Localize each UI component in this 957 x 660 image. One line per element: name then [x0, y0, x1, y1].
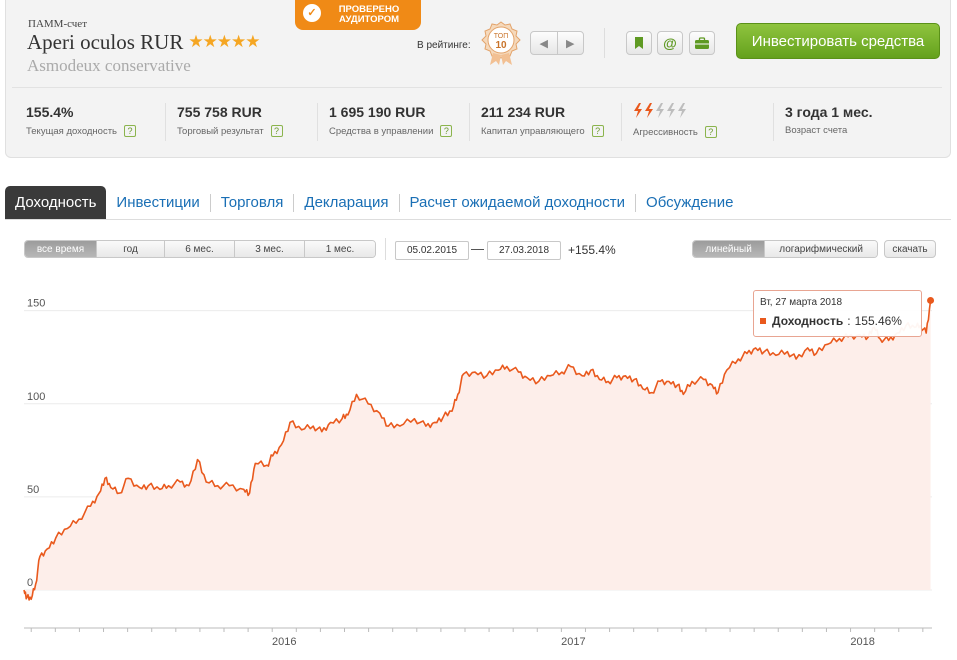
tab-returns[interactable]: Доходность: [5, 186, 107, 219]
stat-value: 155.4%: [26, 104, 74, 120]
tooltip-value: 155.46%: [854, 314, 902, 328]
divider: [469, 103, 470, 141]
x-tick-label: 2016: [272, 636, 296, 648]
stat-label: Капитал управляющего: [481, 125, 585, 137]
tab-discussion[interactable]: Обсуждение: [636, 186, 743, 219]
audited-badge: ✓ ПРОВЕРЕНО АУДИТОРОМ: [295, 0, 421, 30]
tooltip-date: Вт, 27 марта 2018: [760, 297, 843, 308]
help-icon[interactable]: ?: [440, 125, 453, 137]
period-1-month[interactable]: 1 мес.: [305, 241, 375, 257]
divider: [604, 28, 605, 58]
divider: [317, 103, 318, 141]
divider: [621, 103, 622, 141]
stat-current-return: 155.4% Текущая доходность?: [26, 104, 137, 144]
tab-expected-return[interactable]: Расчет ожидаемой доходности: [400, 186, 636, 219]
tab-trading[interactable]: Торговля: [211, 186, 294, 219]
account-type: ПАММ-счет: [28, 18, 87, 30]
tab-investments[interactable]: Инвестиции: [106, 186, 209, 219]
y-tick-label: 150: [27, 298, 45, 310]
invest-button[interactable]: Инвестировать средства: [736, 23, 940, 59]
bolt-icon: [677, 102, 687, 123]
download-button[interactable]: скачать: [884, 240, 936, 258]
help-icon[interactable]: ?: [124, 125, 137, 137]
tab-declaration[interactable]: Декларация: [294, 186, 398, 219]
y-tick-label: 50: [27, 484, 39, 496]
date-from-input[interactable]: [395, 241, 469, 260]
stat-value: 1 695 190 RUR: [329, 104, 426, 120]
account-name: Aperi oculos RUR: [27, 30, 184, 54]
aggressiveness-bolts: [633, 102, 717, 123]
tooltip-colon: :: [847, 314, 851, 328]
stat-label: Средства в управлении: [329, 125, 434, 137]
area-fill: [24, 300, 931, 600]
stat-value: 3 года 1 мес.: [785, 104, 873, 120]
stat-value: 755 758 RUR: [177, 104, 262, 120]
period-change: +155.4%: [568, 243, 616, 257]
divider: [165, 103, 166, 141]
divider: [12, 87, 942, 88]
stat-label: Возраст счета: [785, 125, 848, 136]
tooltip-series: Доходность: [772, 314, 844, 328]
stat-value: 211 234 RUR: [481, 104, 566, 120]
divider: [385, 238, 386, 260]
date-to-input[interactable]: [487, 241, 561, 260]
stat-funds-managed: 1 695 190 RUR Средства в управлении?: [329, 104, 453, 144]
stat-label: Текущая доходность: [26, 125, 118, 137]
stat-label: Агрессивность: [633, 126, 698, 138]
bolt-icon: [655, 102, 665, 123]
period-3-months[interactable]: 3 мес.: [235, 241, 305, 257]
help-icon[interactable]: ?: [591, 125, 604, 137]
medal-icon: ✓: [303, 4, 321, 22]
y-tick-label: 100: [27, 391, 45, 403]
stat-manager-capital: 211 234 RUR Капитал управляющего?: [481, 104, 604, 144]
rating-stars: ★★★★★: [188, 31, 260, 51]
section-tabs: Доходность Инвестиции Торговля Деклараци…: [5, 186, 951, 220]
scale-log[interactable]: логарифмический: [765, 241, 877, 257]
chart-tooltip: Вт, 27 марта 2018 Доходность : 155.46%: [753, 290, 922, 337]
stat-aggressiveness: Агрессивность?: [633, 102, 717, 144]
briefcase-icon: [695, 36, 709, 49]
period-selector: все время год 6 мес. 3 мес. 1 мес.: [24, 240, 376, 258]
period-all-time[interactable]: все время: [25, 241, 97, 257]
bolt-icon: [633, 102, 643, 123]
x-tick-label: 2018: [850, 636, 874, 648]
divider: [773, 103, 774, 141]
rating-nav: ◀ ▶: [530, 31, 584, 55]
help-icon[interactable]: ?: [270, 125, 283, 137]
y-tick-label: 0: [27, 577, 33, 589]
date-range-dash: [471, 249, 484, 250]
bolt-icon: [644, 102, 654, 123]
arrow-left-icon[interactable]: ◀: [531, 32, 558, 54]
scale-linear[interactable]: линейный: [693, 241, 766, 257]
scale-selector: линейный логарифмический: [692, 240, 878, 258]
help-icon[interactable]: ?: [704, 126, 717, 138]
period-year[interactable]: год: [97, 241, 165, 257]
svg-text:ТОП: ТОП: [494, 33, 508, 40]
rating-label: В рейтинге:: [417, 40, 471, 51]
svg-text:10: 10: [495, 40, 507, 51]
account-title: Aperi oculos RUR ★★★★★: [27, 30, 261, 55]
stat-label: Торговый результат: [177, 125, 264, 137]
strategy-name: Asmodeux conservative: [27, 56, 191, 75]
audit-line2: АУДИТОРОМ: [339, 14, 399, 25]
at-icon: @: [663, 35, 677, 51]
bolt-icon: [666, 102, 676, 123]
arrow-right-icon[interactable]: ▶: [558, 32, 584, 54]
period-6-months[interactable]: 6 мес.: [165, 241, 235, 257]
stat-account-age: 3 года 1 мес. Возраст счета: [785, 104, 873, 144]
top10-badge-icon[interactable]: ТОП 10: [480, 20, 522, 66]
portfolio-button[interactable]: [689, 31, 715, 55]
email-button[interactable]: @: [657, 31, 683, 55]
x-tick-label: 2017: [561, 636, 585, 648]
data-point: [927, 296, 935, 304]
bookmark-button[interactable]: [626, 31, 652, 55]
series-marker: [760, 318, 766, 324]
bookmark-icon: [635, 37, 643, 49]
stat-trading-result: 755 758 RUR Торговый результат?: [177, 104, 283, 144]
